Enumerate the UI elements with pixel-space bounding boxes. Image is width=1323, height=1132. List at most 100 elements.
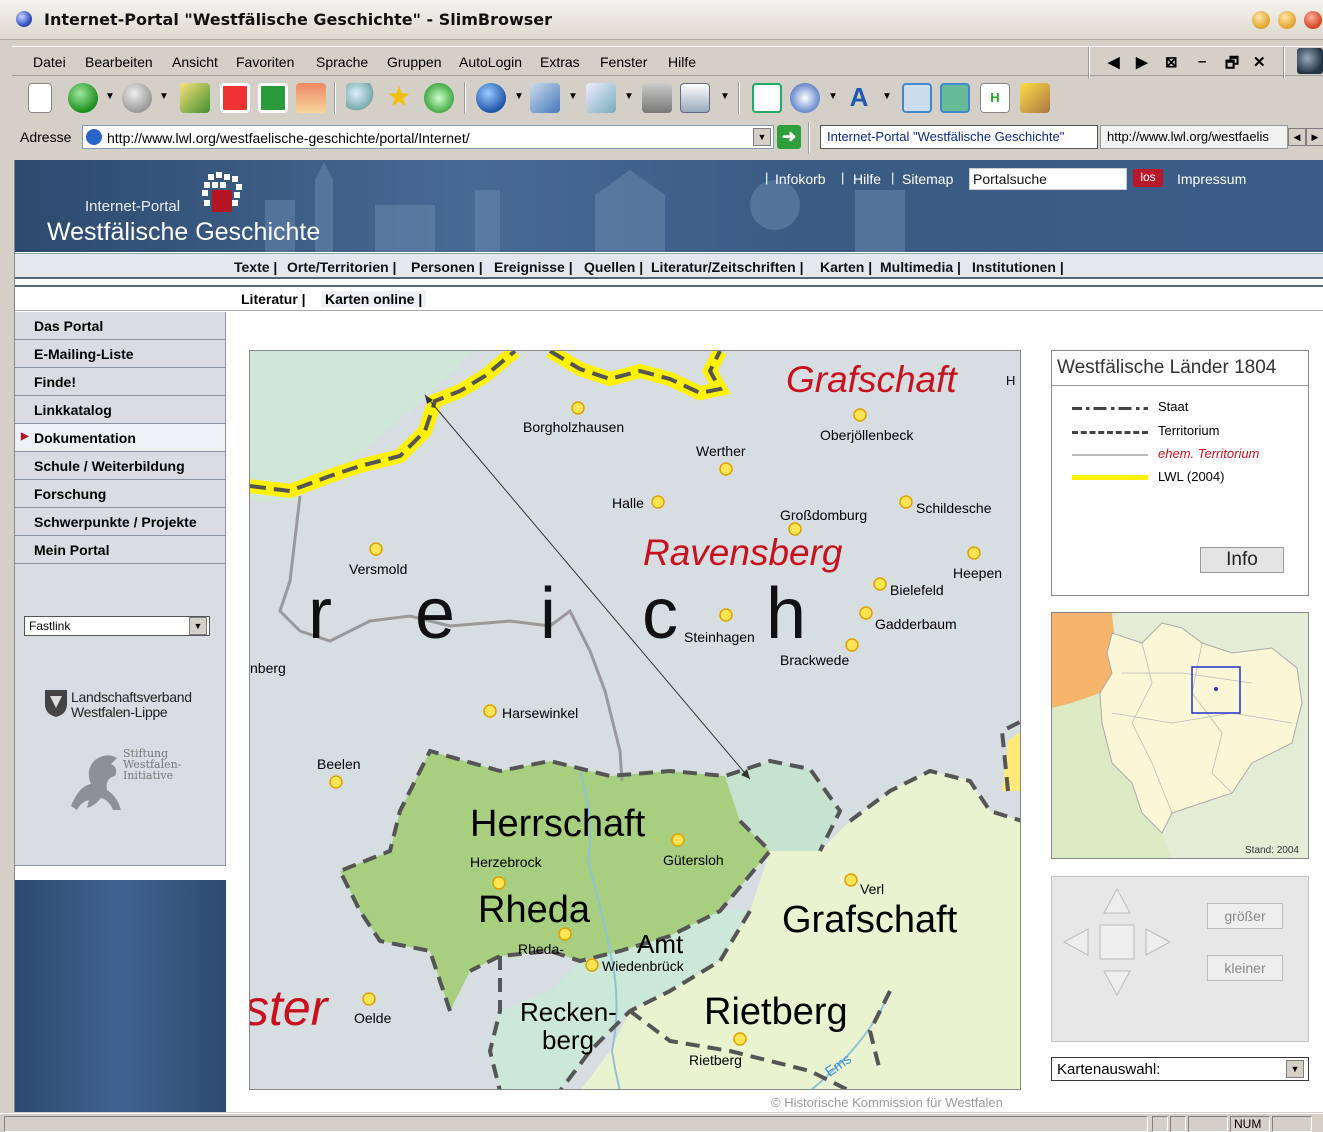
mainnav-institutionen[interactable]: Institutionen | — [972, 259, 1064, 275]
mainnav-karten[interactable]: Karten | — [820, 259, 872, 275]
nav-separator: | — [891, 170, 895, 185]
cleaner-icon[interactable] — [1020, 83, 1050, 113]
leftnav-mein-portal[interactable]: Mein Portal — [15, 536, 226, 564]
forward-icon[interactable] — [122, 83, 152, 113]
refresh-icon[interactable] — [258, 83, 288, 113]
tab-minimize-icon[interactable]: – — [1198, 53, 1206, 70]
subnav-karten-online[interactable]: Karten online | — [321, 291, 427, 307]
html-icon[interactable]: H — [980, 83, 1010, 113]
left-panel: Fastlink ▼ Landschaftsverband Westfalen-L… — [15, 564, 226, 866]
mainnav-ereignisse[interactable]: Ereignisse | — [494, 259, 573, 275]
leftnav-schule[interactable]: Schule / Weiterbildung — [15, 452, 226, 480]
font-size-icon[interactable]: A — [844, 83, 874, 113]
internet-icon[interactable] — [476, 83, 506, 113]
maximize-button[interactable] — [1278, 11, 1296, 29]
zoom-out-button[interactable]: kleiner — [1207, 955, 1283, 981]
internet-dropdown-icon[interactable]: ▼ — [514, 91, 524, 102]
tab-close-icon[interactable]: ✕ — [1253, 53, 1266, 71]
leftnav-schwerpunkte[interactable]: Schwerpunkte / Projekte — [15, 508, 226, 536]
menu-sprache[interactable]: Sprache — [316, 54, 368, 70]
tab-prev-icon[interactable]: ◀ — [1108, 53, 1120, 71]
mainnav-orte[interactable]: Orte/Territorien | — [287, 259, 396, 275]
menu-hilfe[interactable]: Hilfe — [668, 54, 696, 70]
address-input[interactable]: http://www.lwl.org/westfaelische-geschic… — [82, 125, 774, 149]
forward-dropdown-icon[interactable]: ▼ — [159, 91, 169, 102]
nav-sitemap[interactable]: Sitemap — [902, 171, 953, 187]
mail-dropdown-icon[interactable]: ▼ — [624, 91, 634, 102]
search-icon[interactable] — [346, 83, 376, 113]
print-icon[interactable] — [642, 83, 672, 113]
tab-westfaelische-geschichte[interactable]: Internet-Portal "Westfälische Geschichte… — [820, 125, 1098, 149]
minimize-button[interactable] — [1252, 11, 1270, 29]
mainnav-multimedia[interactable]: Multimedia | — [880, 259, 961, 275]
new-page-icon[interactable] — [28, 83, 52, 113]
menu-datei[interactable]: Datei — [33, 54, 66, 70]
back-icon[interactable] — [68, 83, 98, 113]
up-icon[interactable] — [180, 83, 210, 113]
territory-map[interactable]: Grafschaft H Ravensberg r e i c h Herrsc… — [249, 350, 1021, 1090]
subnav-literatur[interactable]: Literatur | — [241, 291, 306, 307]
mainnav-literatur[interactable]: Literatur/Zeitschriften | — [651, 259, 804, 275]
leftnav-das-portal[interactable]: Das Portal — [15, 312, 226, 340]
tabs-right-icon[interactable]: ▶ — [1306, 128, 1323, 146]
menu-favoriten[interactable]: Favoriten — [236, 54, 294, 70]
pan-right-icon — [1145, 928, 1172, 956]
tab-lwl-url[interactable]: http://www.lwl.org/westfaelis — [1100, 125, 1288, 149]
search-button[interactable]: los — [1133, 169, 1163, 187]
portal-search-input[interactable]: Portalsuche — [969, 168, 1127, 190]
menu-gruppen[interactable]: Gruppen — [387, 54, 441, 70]
fullscreen-icon[interactable] — [902, 83, 932, 113]
mail-icon[interactable] — [586, 83, 616, 113]
form-fill-icon[interactable] — [680, 83, 710, 113]
tabs-left-icon[interactable]: ◀ — [1288, 128, 1306, 146]
leftnav-finde[interactable]: Finde! — [15, 368, 226, 396]
back-dropdown-icon[interactable]: ▼ — [105, 91, 115, 102]
nav-hilfe[interactable]: Hilfe — [853, 171, 881, 187]
favorites-icon[interactable]: ★ — [384, 83, 414, 113]
font-dropdown-icon[interactable]: ▼ — [882, 91, 892, 102]
zoom-dropdown-icon[interactable]: ▼ — [828, 91, 838, 102]
tab-next-icon[interactable]: ▶ — [1136, 53, 1148, 71]
menu-autologin[interactable]: AutoLogin — [459, 54, 522, 70]
address-dropdown-icon[interactable]: ▼ — [753, 128, 771, 146]
edit-icon[interactable] — [530, 83, 560, 113]
town-label: Werther — [696, 443, 746, 459]
close-button[interactable] — [1304, 11, 1322, 29]
map-label-herrschaft: Herrschaft — [470, 803, 646, 845]
edit-dropdown-icon[interactable]: ▼ — [568, 91, 578, 102]
leftnav-linkkatalog[interactable]: Linkkatalog — [15, 396, 226, 424]
go-button[interactable]: ➜ — [777, 125, 801, 149]
map-label-rheda: Rheda — [478, 889, 590, 931]
overview-map[interactable]: Stand: 2004 — [1051, 612, 1309, 859]
town-label: Schildesche — [916, 500, 992, 516]
fastlink-select[interactable]: Fastlink ▼ — [24, 616, 210, 636]
legend-title: Westfälische Länder 1804 — [1057, 357, 1277, 378]
form-dropdown-icon[interactable]: ▼ — [720, 91, 730, 102]
menu-fenster[interactable]: Fenster — [600, 54, 647, 70]
tab-restore-icon[interactable]: 🗗 — [1225, 53, 1239, 78]
menu-bearbeiten[interactable]: Bearbeiten — [85, 54, 153, 70]
map-select[interactable]: Kartenauswahl: ▼ — [1051, 1057, 1309, 1081]
mainnav-texte[interactable]: Texte | — [234, 259, 277, 275]
tab-close-all-icon[interactable]: ⊠ — [1165, 53, 1178, 71]
tile-icon[interactable] — [940, 83, 970, 113]
zoom-icon[interactable] — [790, 83, 820, 113]
popup-icon[interactable] — [752, 83, 782, 113]
fastlink-dropdown-icon[interactable]: ▼ — [189, 617, 207, 635]
leftnav-e-mailing-liste[interactable]: E-Mailing-Liste — [15, 340, 226, 368]
map-select-dropdown-icon[interactable]: ▼ — [1286, 1060, 1304, 1078]
leftnav-forschung[interactable]: Forschung — [15, 480, 226, 508]
zoom-in-button[interactable]: größer — [1207, 903, 1283, 929]
mainnav-personen[interactable]: Personen | — [411, 259, 483, 275]
menu-extras[interactable]: Extras — [540, 54, 580, 70]
nav-impressum[interactable]: Impressum — [1177, 171, 1246, 187]
stop-icon[interactable] — [220, 83, 250, 113]
mainnav-quellen[interactable]: Quellen | — [584, 259, 643, 275]
history-icon[interactable] — [424, 83, 454, 113]
leftnav-dokumentation[interactable]: ▶ Dokumentation — [15, 424, 226, 452]
info-button[interactable]: Info — [1200, 547, 1284, 573]
nav-infokorb[interactable]: Infokorb — [775, 171, 826, 187]
home-icon[interactable] — [296, 83, 326, 113]
menu-ansicht[interactable]: Ansicht — [172, 54, 218, 70]
map-label-grafschaft-rietberg: Grafschaft — [782, 899, 958, 941]
